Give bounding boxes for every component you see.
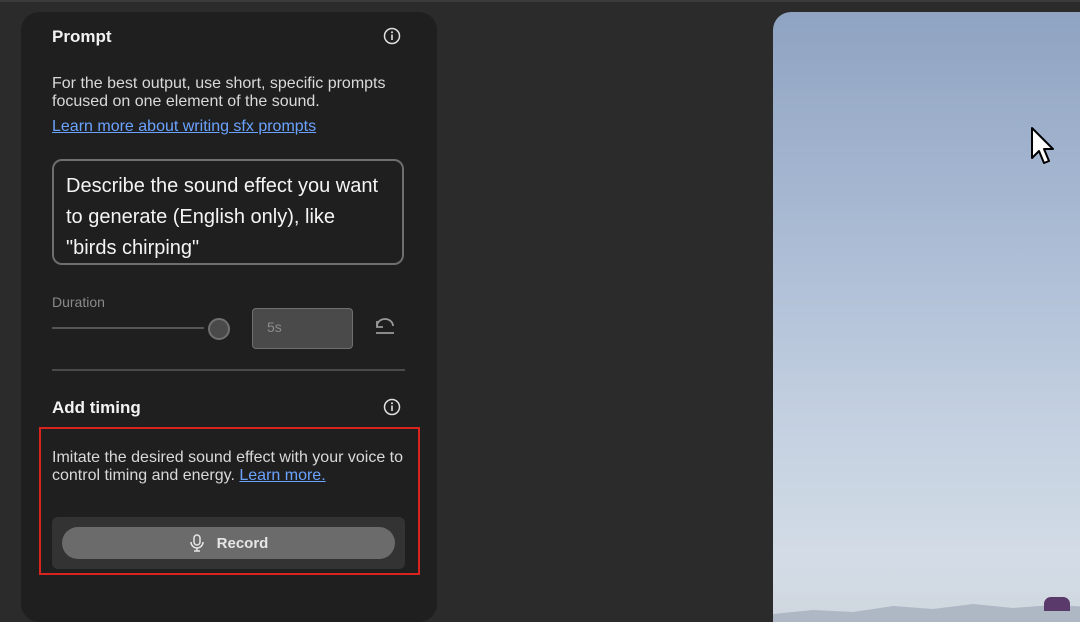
prompt-description: For the best output, use short, specific… xyxy=(52,75,386,110)
record-label: Record xyxy=(216,534,269,552)
mountain-silhouette xyxy=(773,604,1080,622)
duration-slider-thumb[interactable] xyxy=(208,318,230,340)
timing-info-icon[interactable] xyxy=(383,398,401,416)
reset-icon[interactable] xyxy=(373,317,397,339)
sound-effects-panel: Prompt For the best output, use short, s… xyxy=(21,12,437,622)
timing-description: Imitate the desired sound effect with yo… xyxy=(52,449,412,485)
cursor-arrow-icon xyxy=(1031,127,1054,164)
duration-label: Duration xyxy=(52,294,105,310)
top-border xyxy=(0,0,1080,2)
timing-learn-more-link[interactable]: Learn more. xyxy=(239,467,325,484)
duration-input[interactable]: 5s xyxy=(252,308,353,349)
record-button[interactable]: Record xyxy=(62,527,395,559)
section-divider xyxy=(52,369,405,371)
add-timing-title: Add timing xyxy=(52,398,141,417)
prompt-title: Prompt xyxy=(52,27,112,46)
video-preview[interactable] xyxy=(773,12,1080,622)
prompt-info-icon[interactable] xyxy=(383,27,401,45)
record-container: Record xyxy=(52,517,405,569)
prompt-help-link[interactable]: Learn more about writing sfx prompts xyxy=(52,118,316,136)
timing-description-text: Imitate the desired sound effect with yo… xyxy=(52,449,404,484)
duration-slider-track[interactable] xyxy=(52,327,204,329)
microphone-icon xyxy=(189,534,204,552)
prompt-textarea[interactable]: Describe the sound effect you want to ge… xyxy=(52,159,404,265)
app-badge xyxy=(1044,597,1070,611)
